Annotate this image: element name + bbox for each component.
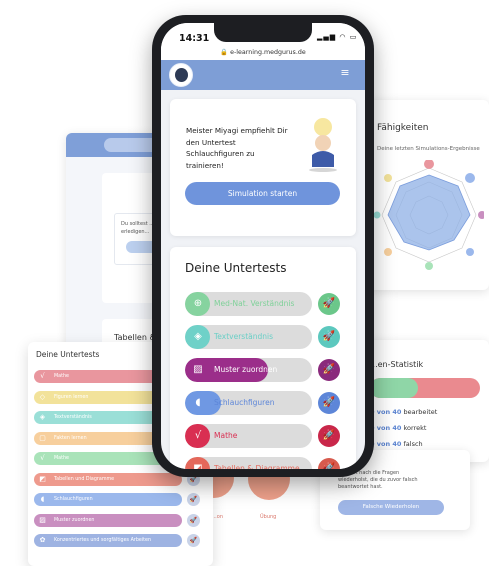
subtests-card: Deine Untertests ⊕ Med-Nat. Verständnis 🚀 ◈… <box>170 247 356 469</box>
radar-icon-tl <box>384 174 392 182</box>
mini-subtest-label: Fakten lernen <box>54 435 87 441</box>
hamburger-menu-icon[interactable]: ≡ <box>339 67 351 79</box>
subtest-icon: ◖ <box>195 397 201 408</box>
radar-icon-top <box>424 160 434 169</box>
mini-subtest-label: Konzentriertes und sorgfältiges Arbeiten <box>54 538 152 543</box>
clock: 14:31 <box>179 33 210 44</box>
avatar[interactable] <box>169 63 193 87</box>
subtest-item[interactable]: ▨ Muster zuordnen <box>185 358 312 382</box>
recommendation-text: Meister Miyagi empfiehlt Dir den Unterte… <box>186 126 288 170</box>
radar-area <box>387 174 471 251</box>
phone-frame: 14:31 ▂▄▆ ◠ ▭ 🔒 e-learning.medgurus.de ≡… <box>152 15 374 477</box>
tables-card-title: Tabellen & <box>114 333 156 342</box>
mini-subtest-icon: ▢ <box>39 433 46 442</box>
rocket-icon[interactable]: 🚀 <box>318 359 340 381</box>
phone-notch <box>214 23 312 42</box>
rocket-icon[interactable]: 🚀 <box>318 293 340 315</box>
mini-subtest-icon: ◇ <box>39 392 46 401</box>
rocket-icon[interactable]: 🚀 <box>318 458 340 469</box>
mini-subtest-item[interactable]: ◩ Tabellen und Diagramme <box>34 472 182 486</box>
subtest-icon: √ <box>194 430 202 441</box>
start-simulation-button[interactable]: Simulation starten <box>185 182 340 205</box>
statistics-progress-bar <box>370 378 480 398</box>
subtest-icon: ▨ <box>193 364 203 375</box>
mini-subtest-icon: ✿ <box>39 536 46 544</box>
skills-title: Fähigkeiten <box>377 123 429 133</box>
mini-subtest-icon: √ <box>40 372 45 380</box>
subtest-label: Tabellen & Diagramme <box>214 464 300 469</box>
mini-subtest-icon: √ <box>40 454 45 462</box>
subtest-label: Schlauchfiguren <box>214 398 275 407</box>
repeat-wrong-button[interactable]: Falsche Wiederholen <box>338 500 444 515</box>
subtest-item[interactable]: ◩ Tabellen & Diagramme <box>185 457 312 469</box>
mini-subtest-label: Figuren lernen <box>54 394 89 400</box>
radar-icon-tr <box>465 173 475 183</box>
rocket-icon[interactable]: 🚀 <box>318 392 340 414</box>
mini-subtest-label: Muster zuordnen <box>54 517 95 523</box>
mini-subtest-item[interactable]: ◖ Schlauchfiguren <box>34 493 182 506</box>
mini-subtest-item[interactable]: ✿ Konzentriertes und sorgfältiges Arbeite… <box>34 534 182 547</box>
stat-wrong: 0 von 40 falsch <box>370 440 423 448</box>
subtest-label: Textverständnis <box>214 332 274 341</box>
mini-rocket-icon[interactable]: 🚀 <box>187 534 200 547</box>
mini-subtest-icon: ◖ <box>40 495 45 503</box>
mini-subtest-label: Mathe <box>54 456 69 461</box>
subtest-item[interactable]: ◖ Schlauchfiguren <box>185 391 312 415</box>
rocket-icon[interactable]: 🚀 <box>318 326 340 348</box>
radar-icon-l <box>374 211 381 219</box>
subtest-label: Muster zuordnen <box>214 365 278 374</box>
phone-screen: 14:31 ▂▄▆ ◠ ▭ 🔒 e-learning.medgurus.de ≡… <box>161 23 365 469</box>
mini-subtest-icon: ▨ <box>39 515 46 524</box>
subtests-list-title: Deine Untertests <box>36 350 100 359</box>
mini-subtest-label: Mathe <box>54 374 69 379</box>
subtests-heading: Deine Untertests <box>185 261 287 275</box>
stat-processed: 0 von 40 bearbeitet <box>370 408 438 416</box>
practice-mode-label: Übung <box>260 514 277 520</box>
subtest-label: Mathe <box>214 431 238 440</box>
mascot-icon <box>309 118 337 172</box>
mini-subtest-label: Textverständnis <box>54 415 92 420</box>
simulation-mode-label: ...on <box>212 514 223 520</box>
mini-subtest-icon: ◈ <box>39 413 46 421</box>
mini-rocket-icon[interactable]: 🚀 <box>187 513 200 527</box>
radar-icon-b <box>425 262 433 270</box>
subtest-icon: ⊕ <box>193 298 203 309</box>
subtest-item[interactable]: ◈ Textverständnis <box>185 325 312 349</box>
mini-subtest-label: Tabellen und Diagramme <box>54 476 115 482</box>
mascot-face-icon <box>175 68 188 82</box>
radar-icon-br <box>466 248 474 256</box>
url-bar[interactable]: 🔒 e-learning.medgurus.de <box>161 48 365 56</box>
subtest-icon: ◈ <box>194 331 202 342</box>
mini-subtest-label: Schlauchfiguren <box>54 497 93 502</box>
stat-correct: 0 von 40 korrekt <box>370 424 427 432</box>
subtest-item[interactable]: √ Mathe <box>185 424 312 448</box>
subtest-label: Med-Nat. Verständnis <box>214 299 295 308</box>
radar-icon-bl <box>384 248 392 256</box>
subtest-item[interactable]: ⊕ Med-Nat. Verständnis <box>185 292 312 316</box>
signal-wifi-battery-icon: ▂▄▆ ◠ ▭ <box>317 33 358 41</box>
statistics-title: ...en-Statistik <box>370 360 424 369</box>
mini-rocket-icon[interactable]: 🚀 <box>187 493 200 506</box>
mini-subtest-icon: ◩ <box>39 474 46 483</box>
radar-icon-r <box>478 211 484 219</box>
app-navbar: ≡ <box>161 60 365 90</box>
statistics-progress-fill <box>370 378 419 398</box>
skills-radar-chart <box>374 160 484 270</box>
skills-subtitle: Deine letzten Simulations-Ergebnisse <box>377 146 480 152</box>
mini-subtest-item[interactable]: ▨ Muster zuordnen <box>34 513 182 527</box>
rocket-icon[interactable]: 🚀 <box>318 425 340 447</box>
recommendation-card: Meister Miyagi empfiehlt Dir den Unterte… <box>170 99 356 236</box>
